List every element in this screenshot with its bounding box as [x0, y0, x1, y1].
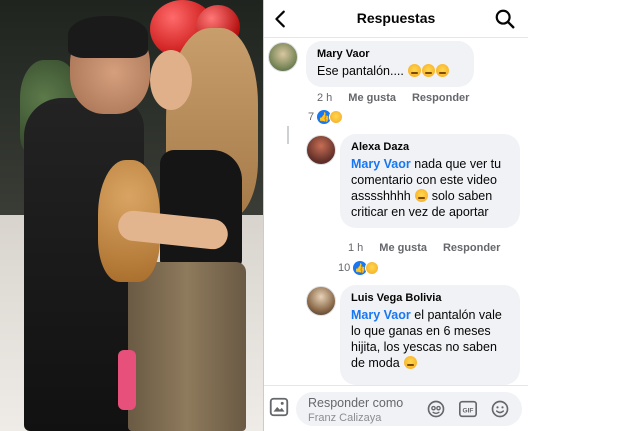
reply-composer: Responder como Franz Calizaya GIF: [264, 385, 528, 431]
sad-emoji-icon: [422, 64, 436, 77]
header-bar: Respuestas: [264, 0, 528, 38]
haha-reaction-icon: [329, 110, 344, 124]
mention-link[interactable]: Mary Vaor: [351, 308, 411, 322]
svg-text:GIF: GIF: [463, 407, 474, 414]
comment-text: Mary Vaor el pantalón vale lo que ganas …: [351, 307, 509, 371]
reply-button[interactable]: Responder: [443, 242, 500, 254]
mention-link[interactable]: Mary Vaor: [351, 157, 411, 171]
sad-emoji-icon: [408, 64, 422, 77]
reply-placeholder: Responder como Franz Calizaya: [308, 396, 403, 426]
comment-text: Mary Vaor nada que ver tu comentario con…: [351, 156, 509, 220]
photo-icon[interactable]: [268, 396, 290, 418]
comment-text: Ese pantalón....: [317, 63, 463, 79]
haha-reaction-icon: [365, 261, 380, 275]
reaction-summary[interactable]: 7 👍: [308, 110, 344, 124]
reply-placeholder-label: Responder como: [308, 396, 404, 410]
video-still-photo: [0, 0, 263, 431]
avatar[interactable]: [306, 286, 336, 316]
gif-icon[interactable]: GIF: [458, 400, 478, 418]
comment-author[interactable]: Alexa Daza: [351, 141, 509, 153]
reaction-count: 7: [308, 111, 315, 123]
comment-actions: 1 h Me gusta Responder: [348, 242, 516, 254]
comment-author[interactable]: Mary Vaor: [317, 48, 463, 60]
reply-placeholder-name: Franz Calizaya: [308, 412, 382, 424]
woman-top: [160, 150, 242, 268]
comment-time: 2 h: [317, 92, 333, 104]
woman-skirt: [128, 262, 246, 431]
smiling-emoji-icon: [415, 189, 429, 202]
comment-time: 1 h: [348, 242, 364, 254]
page-title: Respuestas: [356, 10, 436, 26]
replies-panel: Respuestas Mary Vaor Ese pantalón.... 2 …: [264, 0, 528, 431]
comment-body: Ese pantalón....: [317, 64, 404, 78]
comment-bubble: Alexa Daza Mary Vaor nada que ver tu com…: [340, 134, 520, 228]
comment-author[interactable]: Luis Vega Bolivia: [351, 292, 509, 304]
avatar-sticker-icon[interactable]: [426, 399, 446, 419]
thread-line: [287, 126, 289, 144]
reaction-summary[interactable]: 10 👍: [338, 261, 380, 275]
reaction-count: 10: [338, 262, 351, 274]
comment-actions: 2 h Me gusta Responder: [317, 92, 485, 104]
emoji-icon[interactable]: [490, 399, 510, 419]
sad-emoji-icon: [436, 64, 450, 77]
grinning-emoji-icon: [404, 356, 418, 369]
pink-bag: [118, 350, 136, 410]
like-button[interactable]: Me gusta: [379, 242, 427, 254]
reply-button[interactable]: Responder: [412, 92, 469, 104]
man-hair: [68, 16, 148, 58]
woman-face: [150, 50, 192, 110]
avatar[interactable]: [268, 42, 298, 72]
search-icon[interactable]: [494, 8, 516, 30]
like-button[interactable]: Me gusta: [348, 92, 396, 104]
avatar[interactable]: [306, 135, 336, 165]
reply-input[interactable]: Responder como Franz Calizaya GIF: [296, 392, 522, 426]
comment-bubble: Luis Vega Bolivia Mary Vaor el pantalón …: [340, 285, 520, 385]
comment-bubble: Mary Vaor Ese pantalón....: [306, 41, 474, 87]
